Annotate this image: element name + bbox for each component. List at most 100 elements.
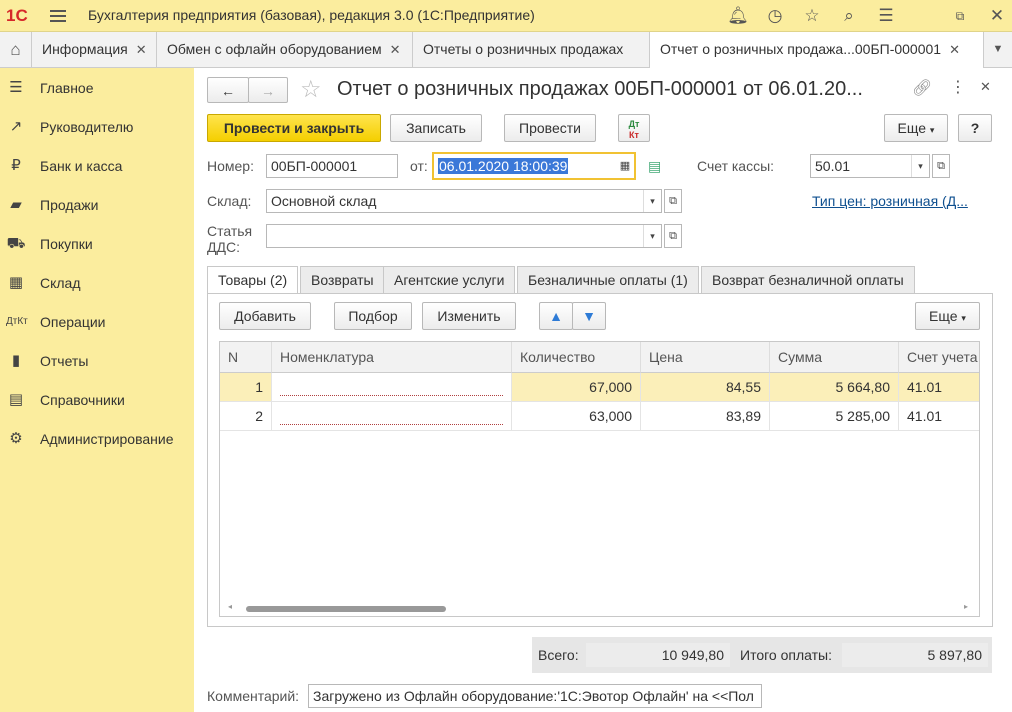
tab-goods[interactable]: Товары (2) [207,266,299,295]
scroll-left-icon[interactable]: ◂ [228,602,232,611]
account-cell[interactable]: 41.01 [899,402,979,430]
post-and-close-button[interactable]: Провести и закрыть [207,114,381,142]
tab-cashless-returns[interactable]: Возврат безналичной оплаты [701,266,915,294]
warehouse-field[interactable]: Основной склад ▾ [266,189,662,213]
sidebar-item-purchases[interactable]: ⛟ Покупки [0,229,194,259]
star-icon[interactable]: ☆ [801,5,823,27]
scroll-right-icon[interactable]: ▸ [964,602,968,611]
item-cell[interactable] [272,373,512,401]
table-row[interactable]: 2 63,000 83,89 5 285,00 41.01 [220,402,979,431]
favorite-star-icon[interactable]: ☆ [300,76,322,104]
sidebar-item-warehouse[interactable]: ▦ Склад [0,268,194,298]
column-header-sum[interactable]: Сумма [770,342,899,373]
column-header-price[interactable]: Цена [641,342,770,373]
account-cell[interactable]: 41.01 [899,373,979,401]
date-field[interactable]: 06.01.2020 18:00:39 ▦ [432,152,636,180]
sidebar-item-directories[interactable]: ▤ Справочники [0,385,194,415]
caret-down-icon: ▾ [929,125,935,135]
quantity-cell[interactable]: 67,000 [512,373,641,401]
sidebar-item-bank[interactable]: ₽ Банк и касса [0,151,194,181]
sidebar-item-administration[interactable]: ⚙ Администрирование [0,424,194,454]
sidebar-item-operations[interactable]: ДтКт Операции [0,307,194,337]
column-header-quantity[interactable]: Количество [512,342,641,373]
help-button[interactable]: ? [958,114,992,142]
pick-button[interactable]: Подбор [334,302,412,330]
sidebar-item-reports[interactable]: ▮ Отчеты [0,346,194,376]
item-cell[interactable] [272,402,512,430]
quantity-cell[interactable]: 63,000 [512,402,641,430]
more-button[interactable]: Еще ▾ [884,114,948,142]
more-vertical-icon[interactable]: ⋮ [950,77,966,97]
list-icon[interactable]: ☰ [875,5,897,27]
cash-account-label: Счет кассы: [697,158,775,174]
close-icon[interactable]: ✕ [949,42,960,57]
sum-cell[interactable]: 5 664,80 [770,373,899,401]
table-more-button[interactable]: Еще ▾ [915,302,980,330]
caret-down-icon[interactable]: ▾ [643,190,661,212]
dds-label: Статья ДДС: [207,223,252,255]
number-field[interactable]: 00БП-000001 [266,154,398,178]
books-icon: ▤ [8,391,24,408]
save-button[interactable]: Записать [390,114,482,142]
edit-button[interactable]: Изменить [422,302,516,330]
main-menu-icon[interactable] [50,8,66,24]
calendar-icon[interactable]: ▦ [616,154,634,178]
post-button[interactable]: Провести [504,114,596,142]
column-header-account[interactable]: Счет учета [899,342,979,373]
close-icon[interactable]: ✕ [986,5,1008,27]
cash-account-field[interactable]: 50.01 ▾ [810,154,930,178]
boxes-icon: ▦ [8,274,24,291]
price-cell[interactable]: 84,55 [641,373,770,401]
open-icon[interactable]: ⧉ [664,224,682,248]
sidebar-item-sales[interactable]: ▰ Продажи [0,190,194,220]
sidebar-item-manager[interactable]: ↗ Руководителю [0,112,194,142]
dt-kt-button[interactable]: Дт Кт [618,114,650,142]
tab-information[interactable]: Информация ✕ [32,32,157,67]
tab-retail-reports[interactable]: Отчеты о розничных продажах [413,32,650,67]
trend-icon: ↗ [9,118,23,135]
sidebar-item-label: Администрирование [40,431,174,447]
chevron-down-icon[interactable]: ▼ [984,32,1012,67]
back-button[interactable]: ← [207,77,249,103]
add-button[interactable]: Добавить [219,302,311,330]
comment-field[interactable]: Загружено из Офлайн оборудование:'1С:Эво… [308,684,762,708]
sidebar-item-main[interactable]: ☰ Главное [0,73,194,103]
caret-down-icon[interactable]: ▾ [911,155,929,177]
menu-lines-icon: ☰ [9,79,23,96]
open-tabs-bar: ⌂ Информация ✕ Обмен с офлайн оборудовани… [0,32,1012,68]
dds-field[interactable]: ▾ [266,224,662,248]
tab-cashless-payments[interactable]: Безналичные оплаты (1) [517,266,699,294]
open-icon[interactable]: ⧉ [664,189,682,213]
total-value: 10 949,80 [586,643,730,667]
tab-returns[interactable]: Возвраты [300,266,385,294]
price-cell[interactable]: 83,89 [641,402,770,430]
caret-down-icon[interactable]: ▾ [643,225,661,247]
tab-offline-exchange[interactable]: Обмен с офлайн оборудованием ✕ [157,32,413,67]
table-row[interactable]: 1 67,000 84,55 5 664,80 41.01 [220,373,979,402]
tab-agent-services[interactable]: Агентские услуги [383,266,516,294]
price-type-link[interactable]: Тип цен: розничная (Д... [812,193,968,209]
close-icon[interactable]: ✕ [980,79,991,95]
column-header-n[interactable]: N [220,342,272,373]
move-down-button[interactable]: ▼ [572,302,606,330]
restore-window-icon[interactable]: ⧉ [949,5,971,27]
link-icon[interactable]: 🔗︎ [912,78,932,98]
close-icon[interactable]: ✕ [390,42,401,57]
ruble-coin-icon: ₽ [11,157,21,174]
tab-label: Информация [42,41,128,57]
open-icon[interactable]: ⧉ [932,154,950,178]
tab-retail-report-document[interactable]: Отчет о розничных продажа...00БП-000001 ✕ [650,32,984,68]
sidebar-item-label: Справочники [40,392,125,408]
history-icon[interactable]: ◷ [764,5,786,27]
search-icon[interactable]: ⌕ [838,5,860,27]
horizontal-scrollbar[interactable]: ◂ ▸ [220,600,979,616]
bell-icon[interactable]: 🔔︎ [727,5,749,27]
forward-button[interactable]: → [248,77,288,103]
scrollbar-thumb[interactable] [246,606,446,612]
move-up-button[interactable]: ▲ [539,302,573,330]
tab-label: Отчеты о розничных продажах [423,41,624,57]
column-header-item[interactable]: Номенклатура [272,342,512,373]
close-icon[interactable]: ✕ [136,42,147,57]
sum-cell[interactable]: 5 285,00 [770,402,899,430]
home-icon[interactable]: ⌂ [0,32,32,67]
